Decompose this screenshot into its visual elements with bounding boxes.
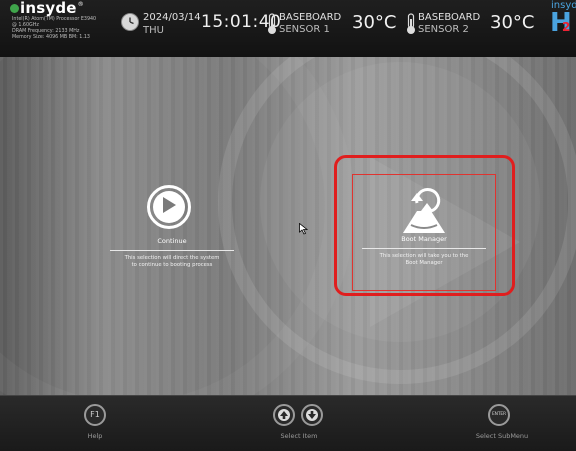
sensor-2-temp: 30°C: [490, 12, 535, 33]
continue-icon-wrap: [110, 185, 234, 235]
continue-description: This selection will direct the system to…: [110, 255, 234, 268]
sensor-2-line1: BASEBOARD: [418, 12, 481, 23]
f1-key-icon[interactable]: F1: [84, 404, 106, 426]
continue-divider: [110, 250, 234, 251]
clock-icon: [121, 13, 139, 31]
system-info: Intel(R) Atom(TM) Processor E3940 @ 1.60…: [12, 17, 96, 41]
continue-title: Continue: [157, 237, 187, 245]
enter-key-icon[interactable]: ENTER: [488, 404, 510, 426]
sensor-1-line1: BASEBOARD: [279, 12, 342, 23]
date: 2024/03/14: [143, 12, 201, 23]
continue-desc-line1: This selection will direct the system: [124, 255, 220, 261]
continue-desc-line2: to continue to booting process: [131, 261, 213, 268]
sensor-1-line2: SENSOR 1: [279, 24, 330, 35]
help-label: Help: [87, 432, 103, 440]
sensor-1-name: BASEBOARD SENSOR 1: [279, 12, 341, 36]
bottom-key-bar: F1 Help Select Item ENTER Select SubMenu: [0, 395, 576, 451]
brand-name: insyde: [20, 0, 77, 17]
thermometer-icon: [268, 13, 276, 34]
thermometer-icon: [407, 13, 415, 34]
memory-size: Memory Size: 4096 MB BM: 1.13: [12, 35, 90, 40]
sensor-2-name: BASEBOARD SENSOR 2: [418, 12, 480, 36]
top-status-bar: insyde ® Intel(R) Atom(TM) Processor E39…: [0, 0, 576, 58]
logo-dot: [10, 3, 19, 13]
selection-highlight: [334, 155, 515, 296]
play-icon: [147, 185, 191, 229]
arrow-up-key-icon[interactable]: [273, 404, 295, 426]
sensor-1-temp: 30°C: [352, 12, 397, 33]
sensor-2-line2: SENSOR 2: [418, 24, 469, 35]
weekday: THU: [143, 25, 164, 36]
h2o-logo-2: 2: [562, 20, 571, 34]
insyde-logo: insyde ®: [10, 0, 84, 17]
select-submenu-label: Select SubMenu: [475, 432, 529, 440]
brand-registered-mark: ®: [77, 1, 84, 8]
continue-option[interactable]: Continue This selection will direct the …: [110, 185, 234, 268]
mouse-cursor-icon: [299, 223, 309, 235]
arrow-down-key-icon[interactable]: [301, 404, 323, 426]
select-item-label: Select Item: [280, 432, 318, 440]
h2o-logo: insyde H 2: [548, 0, 576, 40]
